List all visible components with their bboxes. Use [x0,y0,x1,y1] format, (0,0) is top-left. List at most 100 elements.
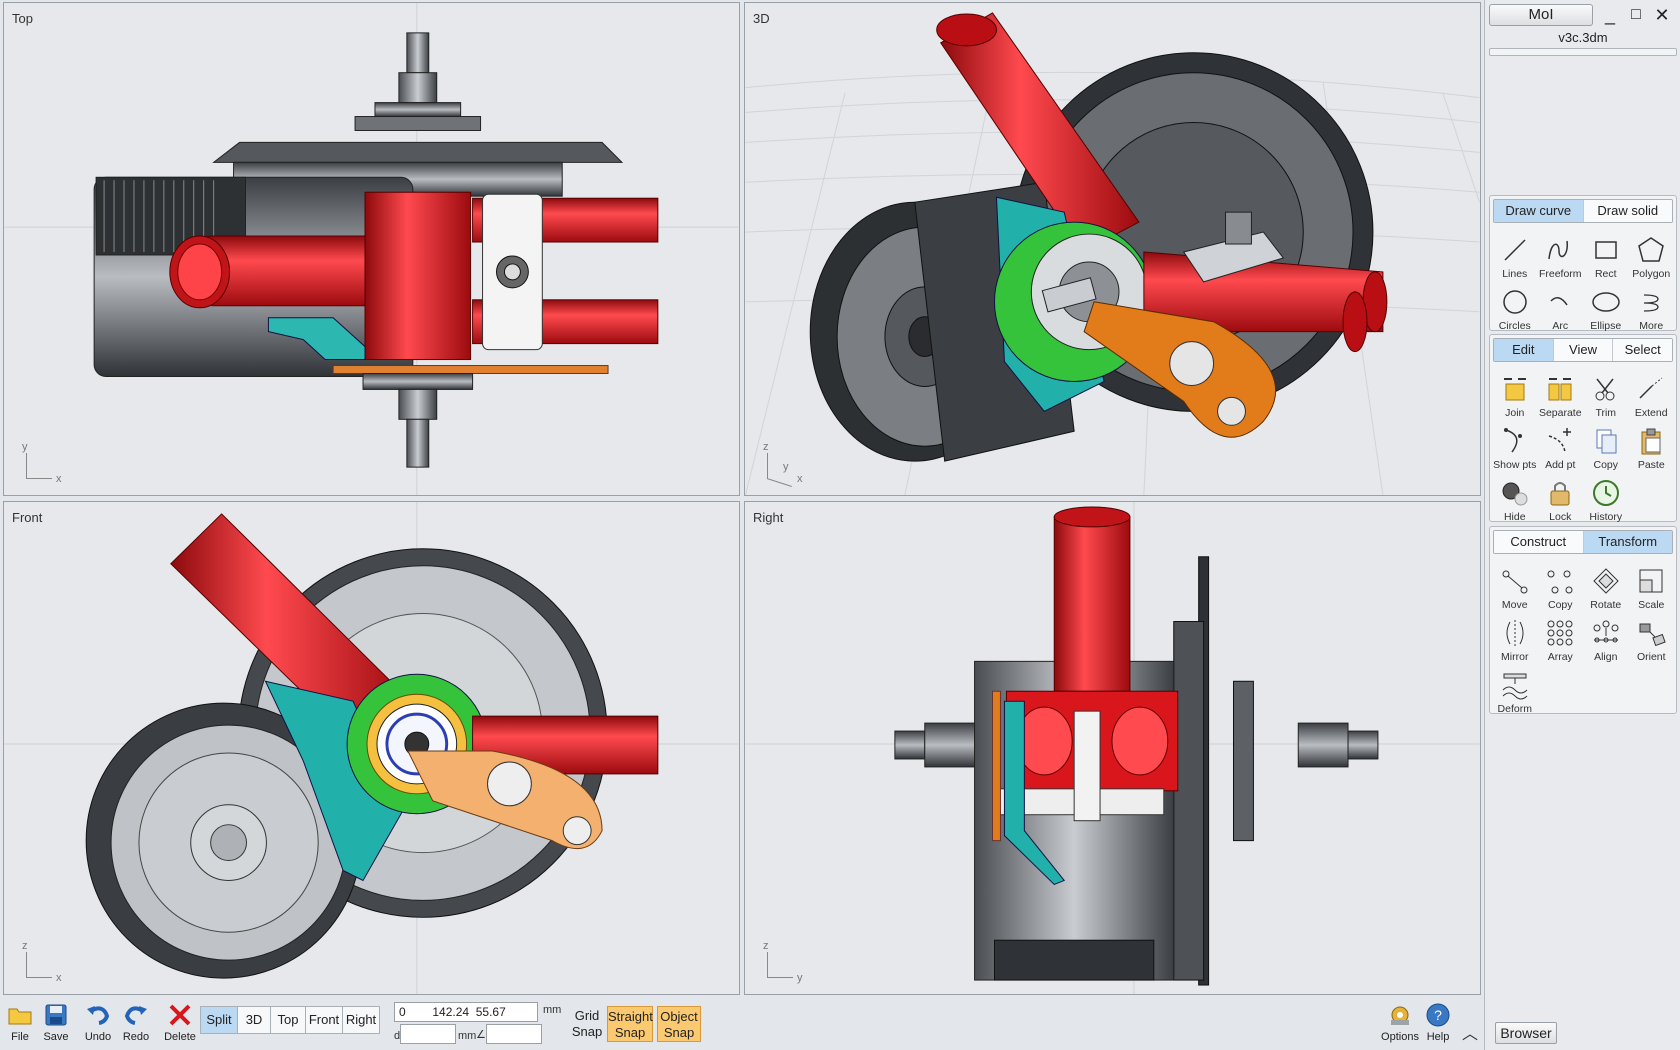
object-snap-toggle[interactable]: Object Snap [657,1006,701,1042]
draw-panel: Draw curve Draw solid Lines Freeform Rect Po… [1489,195,1677,332]
draw-tools: Lines Freeform Rect Polygon Circles Arc Ellips… [1490,226,1676,336]
move-icon [1502,570,1528,594]
bottom-toolbar: File Save Undo Redo Delete Split 3D Top Fro… [0,996,1484,1050]
file-progress-bar [1489,48,1677,56]
maximize-icon[interactable]: □ [1623,4,1649,26]
options-label: Options [1381,1031,1419,1043]
tool-label: Array [1547,651,1573,663]
tool-label: More [1639,320,1664,332]
tool-align-button[interactable]: Align [1583,611,1629,663]
view-split-button[interactable]: Split [200,1006,238,1034]
add-point-icon [1549,428,1572,453]
svg-text:?: ? [1434,1007,1442,1023]
tool-rotate-button[interactable]: Rotate [1583,559,1629,611]
tab-construct[interactable]: Construct [1494,531,1583,553]
app-menu-button[interactable]: MoI [1489,4,1593,26]
tool-separate-button[interactable]: Separate [1538,367,1584,419]
tool-show-pts-button[interactable]: Show pts [1492,419,1538,471]
tool-freeform-button[interactable]: Freeform [1538,228,1584,280]
straight-snap-toggle[interactable]: Straight Snap [607,1006,653,1042]
viewport-right[interactable]: Right z y [744,501,1481,995]
delete-label: Delete [164,1031,196,1043]
tool-polygon-button[interactable]: Polygon [1629,228,1675,280]
grid-snap-toggle[interactable]: Grid Snap [568,1006,606,1042]
array-icon [1547,620,1573,646]
top-view-model [4,3,739,495]
tool-array-button[interactable]: Array [1538,611,1584,663]
polygon-icon [1638,237,1665,262]
browser-button[interactable]: Browser [1495,1022,1557,1044]
tab-view[interactable]: View [1552,339,1613,361]
tool-label: Show pts [1493,459,1537,471]
tool-extend-button[interactable]: Extend [1629,367,1675,419]
tool-label: Copy [1547,599,1573,611]
tool-ellipse-button[interactable]: Ellipse [1583,280,1629,332]
view-3d-button[interactable]: 3D [237,1006,271,1034]
tool-mirror-button[interactable]: Mirror [1492,611,1538,663]
redo-button[interactable]: Redo [116,1002,156,1048]
tool-label: Arc [1552,320,1569,332]
tab-draw-curve[interactable]: Draw curve [1494,200,1583,222]
tool-more-button[interactable]: More [1629,280,1675,332]
save-button[interactable]: Save [36,1002,76,1048]
angle-input[interactable] [486,1024,542,1044]
arc-icon [1550,297,1568,306]
tool-paste-button[interactable]: Paste [1629,419,1675,471]
undo-button[interactable]: Undo [78,1002,118,1048]
tool-trim-button[interactable]: Trim [1583,367,1629,419]
tool-circles-button[interactable]: Circles [1492,280,1538,332]
tool-label: Scale [1638,599,1665,611]
tool-label: Rect [1594,268,1617,280]
tool-rect-button[interactable]: Rect [1583,228,1629,280]
view-front-button[interactable]: Front [305,1006,343,1034]
tool-lines-button[interactable]: Lines [1492,228,1538,280]
distance-input[interactable] [400,1024,456,1044]
view-top-button[interactable]: Top [270,1006,306,1034]
viewport-front[interactable]: Front z x [3,501,740,995]
rotate-icon [1593,568,1619,594]
tool-label: Orient [1636,651,1666,663]
tool-copy-button[interactable]: Copy [1583,419,1629,471]
tab-transform[interactable]: Transform [1582,531,1672,553]
coordinate-input[interactable]: 0 142.24 55.67 [394,1002,538,1022]
collapse-icon[interactable]: ︿ [1462,1020,1478,1044]
tab-edit[interactable]: Edit [1494,339,1553,361]
tab-select[interactable]: Select [1612,339,1672,361]
edit-tools: Join Separate Trim Extend Show pts Add pt Copy… [1490,365,1676,527]
help-button[interactable]: ? Help [1418,1002,1458,1048]
join-icon [1503,378,1526,401]
separate-icon [1548,378,1572,401]
tool-label: Lines [1502,268,1528,280]
tool-orient-button[interactable]: Orient [1629,611,1675,663]
view-right-button[interactable]: Right [342,1006,380,1034]
show-points-icon [1503,428,1522,453]
freeform-icon [1548,240,1569,260]
tool-join-button[interactable]: Join [1492,367,1538,419]
close-icon[interactable]: ✕ [1649,4,1675,26]
tool-hide-button[interactable]: Hide [1492,471,1538,523]
viewport-top[interactable]: Top y x [3,2,740,496]
redo-label: Redo [122,1031,150,1043]
tool-lock-button[interactable]: Lock [1538,471,1584,523]
tool-arc-button[interactable]: Arc [1538,280,1584,332]
delete-button[interactable]: Delete [160,1002,200,1048]
hide-icon [1502,482,1528,506]
tool-label: Separate [1538,407,1582,419]
viewport-3d[interactable]: 3D z x y [744,2,1481,496]
viewport-title: 3D [753,11,770,26]
tool-label: Lock [1549,511,1572,523]
tool-deform-button[interactable]: Deform [1492,663,1538,715]
tool-move-button[interactable]: Move [1492,559,1538,611]
copy-transform-icon [1547,570,1573,594]
tab-draw-solid[interactable]: Draw solid [1582,200,1672,222]
save-icon [45,1004,67,1026]
tool-history-button[interactable]: History [1583,471,1629,523]
rect-icon [1595,241,1617,259]
tool-add-pt-button[interactable]: Add pt [1538,419,1584,471]
undo-icon [87,1006,110,1025]
tool-copy-button[interactable]: Copy [1538,559,1584,611]
options-button[interactable]: Options [1378,1002,1422,1048]
minimize-icon[interactable]: _ [1597,4,1623,26]
file-button[interactable]: File [0,1002,40,1048]
tool-scale-button[interactable]: Scale [1629,559,1675,611]
